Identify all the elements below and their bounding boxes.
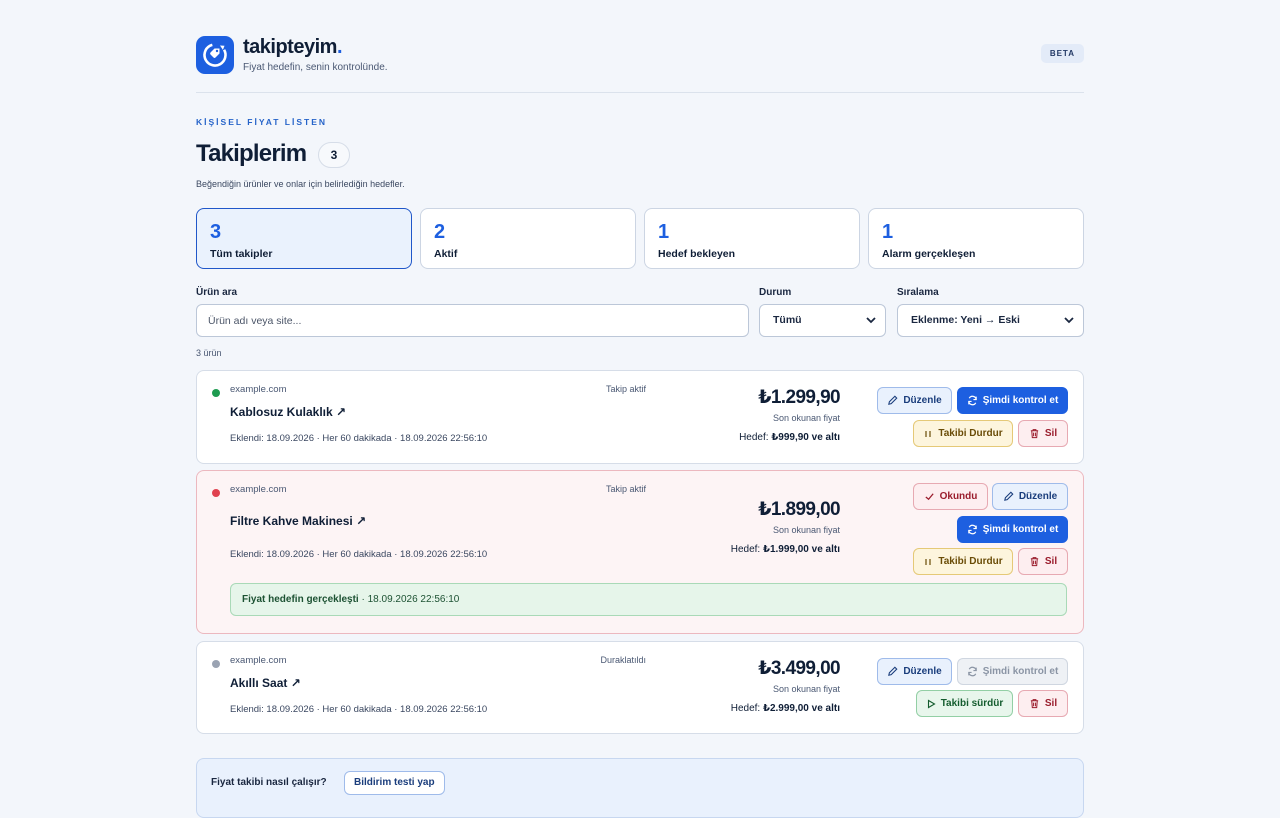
pause-tracking-button[interactable]: Takibi Durdur (913, 548, 1013, 575)
status-dot (212, 389, 220, 397)
search-input[interactable] (196, 304, 749, 337)
tracking-status: Takip aktif (605, 484, 646, 494)
edit-button[interactable]: Düzenle (992, 483, 1068, 510)
mark-read-button[interactable]: Okundu (913, 483, 988, 510)
edit-button[interactable]: Düzenle (877, 658, 952, 685)
stats-filter-row: 3 Tüm takipler 2 Aktif 1 Hedef bekleyen … (196, 208, 1084, 269)
check-now-button[interactable]: Şimdi kontrol et (957, 387, 1068, 414)
stat-label: Aktif (434, 248, 458, 260)
sort-label: Sıralama (897, 287, 939, 298)
notification-test-button[interactable]: Bildirim testi yap (344, 771, 445, 795)
check-icon (925, 493, 934, 501)
help-panel: Fiyat takibi nasıl çalışır? Bildirim tes… (196, 758, 1084, 818)
target-price: Hedef: ₺1.999,00 ve altı (730, 544, 840, 555)
brand-name[interactable]: takipteyim. (243, 36, 343, 59)
pause-tracking-button[interactable]: Takibi Durdur (913, 420, 1013, 447)
logo-tag-refresh-icon[interactable] (196, 36, 234, 74)
delete-button[interactable]: Sil (1018, 690, 1068, 717)
external-link-icon: ↗ (336, 405, 347, 419)
last-price-label: Son okunan fiyat (772, 684, 840, 694)
tracking-status: Duraklatıldı (600, 655, 646, 665)
refresh-icon (967, 524, 977, 535)
product-link[interactable]: Filtre Kahve Makinesi ↗ (230, 514, 366, 528)
stat-card-active[interactable]: 2 Aktif (420, 208, 636, 269)
edit-button[interactable]: Düzenle (877, 387, 952, 414)
stat-number: 1 (658, 221, 670, 243)
status-dot (212, 660, 220, 668)
product-meta: Eklendi: 18.09.2026 · Her 60 dakikada · … (230, 704, 488, 715)
stat-card-all[interactable]: 3 Tüm takipler (196, 208, 412, 269)
target-price: Hedef: ₺999,90 ve altı (739, 432, 840, 443)
sort-select-value: Eklenme: Yeni → Eski (911, 314, 1020, 326)
chevron-down-icon (1064, 317, 1074, 324)
status-select-value: Tümü (773, 314, 802, 326)
header-divider (196, 92, 1084, 93)
status-dot (212, 489, 220, 497)
page-subtitle: Beğendiğin ürünler ve onlar için belirle… (196, 179, 405, 189)
stat-label: Hedef bekleyen (658, 248, 736, 260)
stat-label: Alarm gerçekleşen (882, 248, 976, 260)
delete-button[interactable]: Sil (1018, 420, 1068, 447)
delete-button[interactable]: Sil (1018, 548, 1068, 575)
last-price: ₺1.899,00 (758, 499, 840, 520)
product-meta: Eklendi: 18.09.2026 · Her 60 dakikada · … (230, 549, 488, 560)
play-icon (927, 699, 936, 708)
target-reached-banner: Fiyat hedefin gerçekleşti · 18.09.2026 2… (230, 583, 1067, 616)
status-select[interactable]: Tümü (759, 304, 886, 337)
product-link[interactable]: Akıllı Saat ↗ (230, 676, 301, 690)
page-eyebrow: KİŞİSEL FİYAT LİSTEN (196, 117, 327, 127)
tracking-card: example.com Kablosuz Kulaklık ↗ Eklendi:… (196, 370, 1084, 464)
tracking-status: Takip aktif (605, 384, 646, 394)
resume-tracking-button[interactable]: Takibi sürdür (916, 690, 1013, 717)
tracking-count-badge: 3 (318, 142, 350, 168)
product-site: example.com (230, 484, 287, 495)
stat-label: Tüm takipler (210, 248, 273, 260)
tracking-card: example.com Akıllı Saat ↗ Eklendi: 18.09… (196, 641, 1084, 734)
page-title: Takiplerim (196, 140, 307, 167)
product-site: example.com (230, 384, 287, 395)
sort-select[interactable]: Eklenme: Yeni → Eski (897, 304, 1084, 337)
pencil-icon (888, 395, 898, 405)
beta-badge: BETA (1040, 44, 1084, 63)
app-header: takipteyim. Fiyat hedefin, senin kontrol… (196, 34, 1084, 74)
trash-icon (1030, 699, 1039, 709)
pencil-icon (1003, 491, 1014, 501)
chevron-down-icon (866, 317, 876, 324)
product-link[interactable]: Kablosuz Kulaklık ↗ (230, 405, 346, 419)
result-count: 3 ürün (196, 348, 222, 358)
trash-icon (1030, 429, 1039, 439)
product-meta: Eklendi: 18.09.2026 · Her 60 dakikada · … (230, 433, 488, 444)
stat-number: 1 (882, 221, 894, 243)
stat-number: 2 (434, 221, 446, 243)
pause-icon (925, 430, 931, 437)
pause-icon (925, 558, 931, 565)
tracking-card-alert: example.com Filtre Kahve Makinesi ↗ Ekle… (196, 470, 1084, 634)
check-now-button[interactable]: Şimdi kontrol et (957, 516, 1068, 543)
alert-time: · 18.09.2026 22:56:10 (361, 594, 460, 605)
refresh-icon (967, 666, 977, 677)
pencil-icon (888, 666, 898, 676)
last-price: ₺3.499,00 (758, 658, 840, 679)
stat-number: 3 (210, 221, 222, 243)
alert-title: Fiyat hedefin gerçekleşti (242, 594, 359, 605)
target-price: Hedef: ₺2.999,00 ve altı (730, 703, 840, 714)
brand-tagline: Fiyat hedefin, senin kontrolünde. (243, 62, 388, 73)
external-link-icon: ↗ (290, 676, 301, 690)
last-price-label: Son okunan fiyat (772, 413, 840, 423)
stat-card-triggered[interactable]: 1 Alarm gerçekleşen (868, 208, 1084, 269)
product-site: example.com (230, 655, 287, 666)
help-question[interactable]: Fiyat takibi nasıl çalışır? (211, 777, 327, 788)
status-filter-label: Durum (759, 287, 792, 298)
check-now-button-disabled[interactable]: Şimdi kontrol et (957, 658, 1068, 685)
refresh-icon (967, 395, 977, 406)
external-link-icon: ↗ (356, 514, 367, 528)
last-price-label: Son okunan fiyat (772, 525, 840, 535)
trash-icon (1030, 557, 1039, 567)
search-label: Ürün ara (196, 287, 238, 298)
stat-card-waiting[interactable]: 1 Hedef bekleyen (644, 208, 860, 269)
last-price: ₺1.299,90 (758, 387, 840, 408)
